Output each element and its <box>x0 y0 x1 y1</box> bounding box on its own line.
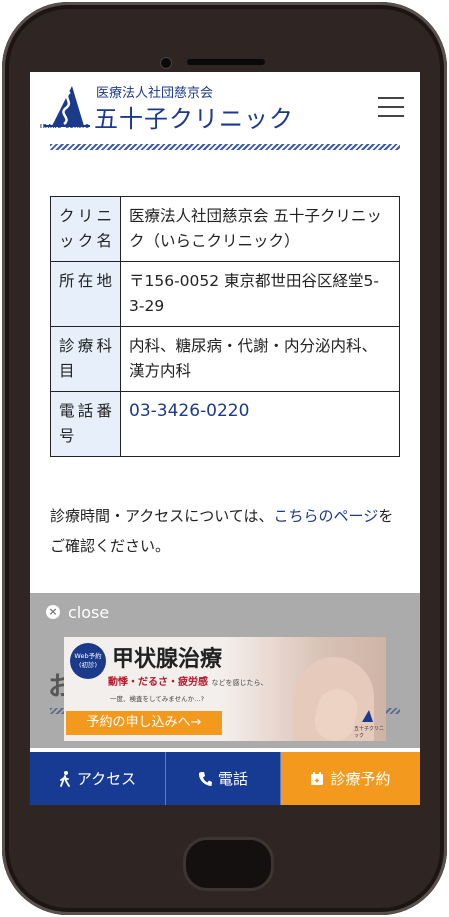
table-row: 電話番号 03-3426-0220 <box>50 391 400 457</box>
screen: IRAKO CLINIC 医療法人社団慈京会 五十子クリニック クリニック名 医… <box>30 72 420 805</box>
floating-banner-overlay: × close Web予約 (初診) 甲状腺治療 動悸・だるさ・疲労感 などを感じ… <box>30 593 420 748</box>
table-cell: 03-3426-0220 <box>120 391 400 457</box>
access-note: 診療時間・アクセスについては、こちらのページをご確認ください。 <box>50 501 402 561</box>
table-row: 所在地 〒156-0052 東京都世田谷区経堂5-3-29 <box>50 261 400 327</box>
access-page-link[interactable]: こちらのページ <box>274 507 379 525</box>
thyroid-ad-banner[interactable]: Web予約 (初診) 甲状腺治療 動悸・だるさ・疲労感 などを感じたら、 一度、検… <box>64 637 386 741</box>
calendar-icon <box>310 771 324 786</box>
earpiece-speaker <box>187 59 265 65</box>
home-button[interactable] <box>183 837 274 891</box>
web-reservation-badge: Web予約 (初診) <box>70 643 106 679</box>
tel-label: 電話 <box>217 770 248 788</box>
access-button[interactable]: アクセス <box>30 752 165 805</box>
clinic-logo-icon[interactable] <box>44 84 90 128</box>
logo-subtext: IRAKO CLINIC <box>40 124 90 130</box>
table-header-cell: クリニック名 <box>50 196 121 262</box>
table-cell: 医療法人社団慈京会 五十子クリニック（いらこクリニック） <box>120 196 400 262</box>
table-cell: 内科、糖尿病・代謝・内分泌内科、漢方内科 <box>120 326 400 392</box>
fixed-bottom-nav: アクセス 電話 診療予約 <box>30 752 420 805</box>
phone-icon <box>198 771 212 787</box>
access-label: アクセス <box>76 770 137 788</box>
table-cell: 〒156-0052 東京都世田谷区経堂5-3-29 <box>120 261 400 327</box>
header-stripe-divider <box>50 144 400 150</box>
front-camera <box>160 57 172 69</box>
close-label: close <box>68 602 110 622</box>
hamburger-menu-icon[interactable] <box>376 92 406 120</box>
table-row: クリニック名 医療法人社団慈京会 五十子クリニック（いらこクリニック） <box>50 196 400 262</box>
site-header: IRAKO CLINIC 医療法人社団慈京会 五十子クリニック <box>30 72 420 152</box>
banner-cta-button[interactable]: 予約の申し込みへ→ <box>66 711 222 735</box>
banner-title: 甲状腺治療 <box>112 646 223 672</box>
clinic-logo-icon <box>362 710 373 722</box>
close-button[interactable]: × close <box>46 602 109 622</box>
table-row: 診療科目 内科、糖尿病・代謝・内分泌内科、漢方内科 <box>50 326 400 392</box>
close-icon: × <box>46 605 60 619</box>
table-header-cell: 診療科目 <box>50 326 121 392</box>
banner-subtext: 一度、検査をしてみませんか…? <box>110 695 205 703</box>
clinic-info-table: クリニック名 医療法人社団慈京会 五十子クリニック（いらこクリニック） 所在地 … <box>50 196 400 457</box>
table-header-cell: 所在地 <box>50 261 121 327</box>
note-text: 診療時間・アクセスについては、 <box>50 507 274 525</box>
reservation-label: 診療予約 <box>330 770 391 788</box>
phone-number-link[interactable]: 03-3426-0220 <box>129 401 249 421</box>
banner-symptoms: 動悸・だるさ・疲労感 などを感じたら、 <box>108 677 268 688</box>
table-header-cell: 電話番号 <box>50 391 121 457</box>
walking-person-icon <box>59 770 71 787</box>
reservation-button[interactable]: 診療予約 <box>281 752 420 805</box>
banner-clinic-name: 五十子クリニック <box>354 726 385 739</box>
tel-button[interactable]: 電話 <box>165 752 281 805</box>
clinic-name[interactable]: 五十子クリニック <box>94 99 294 134</box>
